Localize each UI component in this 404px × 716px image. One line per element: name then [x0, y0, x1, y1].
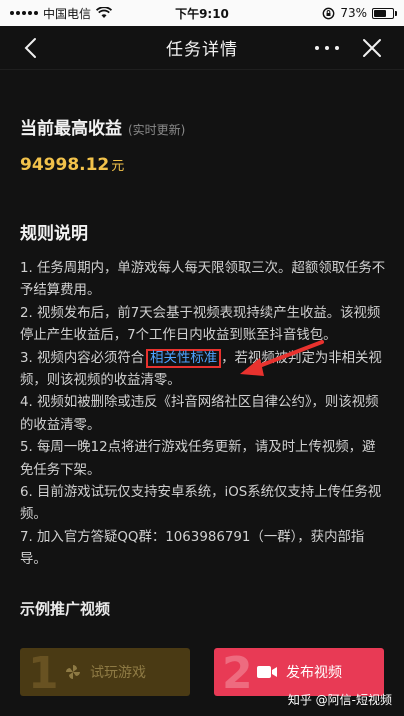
rule-item-4: 4. 视频如被删除或违反《抖音网络社区自律公约》，则该视频的收益清零。	[20, 395, 379, 433]
earnings-title: 当前最高收益	[20, 119, 122, 139]
publish-step-number: 2	[222, 648, 253, 696]
try-step-number: 1	[28, 648, 59, 696]
publish-video-button[interactable]: 2 发布视频	[214, 648, 384, 696]
wifi-icon	[96, 7, 113, 18]
status-left: 中国电信	[10, 5, 160, 22]
rule-item-5: 5. 每周一晚12点将进行游戏任务更新，请及时上传视频，避免任务下架。	[20, 440, 376, 478]
example-videos-title: 示例推广视频	[20, 599, 111, 618]
try-game-button[interactable]: 1 试玩游戏	[20, 648, 190, 696]
more-icon[interactable]	[312, 36, 342, 60]
pinwheel-icon	[66, 665, 80, 679]
battery-percent: 73%	[340, 6, 367, 20]
signal-icon	[10, 11, 38, 15]
status-right: 73%	[244, 6, 397, 20]
rules-title: 规则说明	[20, 224, 88, 244]
task-detail-content: 当前最高收益 (实时更新) 94998.12 元 规则说明 1. 任务周期内，单游戏…	[20, 70, 386, 619]
earnings-value-row: 94998.12 元	[20, 155, 386, 175]
rule-3-prefix: 3. 视频内容必须符合	[20, 350, 145, 366]
rule-item-1: 1. 任务周期内，单游戏每人每天限领取三次。超额领取任务不予结算费用。	[20, 261, 386, 299]
annotation-arrow-icon	[240, 340, 324, 376]
battery-fill	[374, 9, 387, 17]
relevance-standard-link[interactable]: 相关性标准	[146, 348, 222, 368]
rule-item-2: 2. 视频发布后，前7天会基于视频表现持续产生收益。该视频停止产生收益后，7个工…	[20, 305, 381, 344]
bottom-action-bar: 1 试玩游戏 2 发布视频	[0, 648, 404, 696]
rules-list: 1. 任务周期内，单游戏每人每天限领取三次。超额领取任务不予结算费用。 2. 视…	[20, 258, 386, 572]
carrier-label: 中国电信	[43, 6, 92, 21]
status-time: 下午9:10	[175, 6, 229, 21]
try-game-label: 试玩游戏	[90, 665, 146, 681]
orientation-lock-icon	[322, 7, 335, 19]
page-title: 任务详情	[166, 40, 238, 60]
earnings-heading: 当前最高收益 (实时更新)	[20, 114, 386, 139]
home-area	[0, 710, 404, 716]
rule-item-6: 6. 目前游戏试玩仅支持安卓系统，iOS系统仅支持上传任务视频。	[20, 485, 382, 523]
back-arrow-icon[interactable]	[20, 36, 44, 60]
rule-item-3: 3. 视频内容必须符合 相关性标准 ，若视频被判定为非相关视频，则该视频的收益清零。	[20, 348, 386, 393]
watermark: 知乎 @阿信-短视频	[287, 693, 392, 707]
earnings-value: 94998.12	[20, 155, 110, 175]
status-bar: 中国电信 下午9:10 73%	[0, 0, 404, 26]
earnings-subtitle: (实时更新)	[128, 123, 186, 137]
close-icon[interactable]	[360, 36, 384, 60]
rule-item-7: 7. 加入官方答疑QQ群：1063986791（一群），获内部指导。	[20, 529, 365, 568]
earnings-unit: 元	[111, 159, 125, 174]
publish-video-label: 发布视频	[286, 665, 342, 681]
video-camera-icon	[257, 666, 277, 678]
nav-bar: 任务详情	[0, 26, 404, 70]
battery-icon	[372, 7, 397, 19]
